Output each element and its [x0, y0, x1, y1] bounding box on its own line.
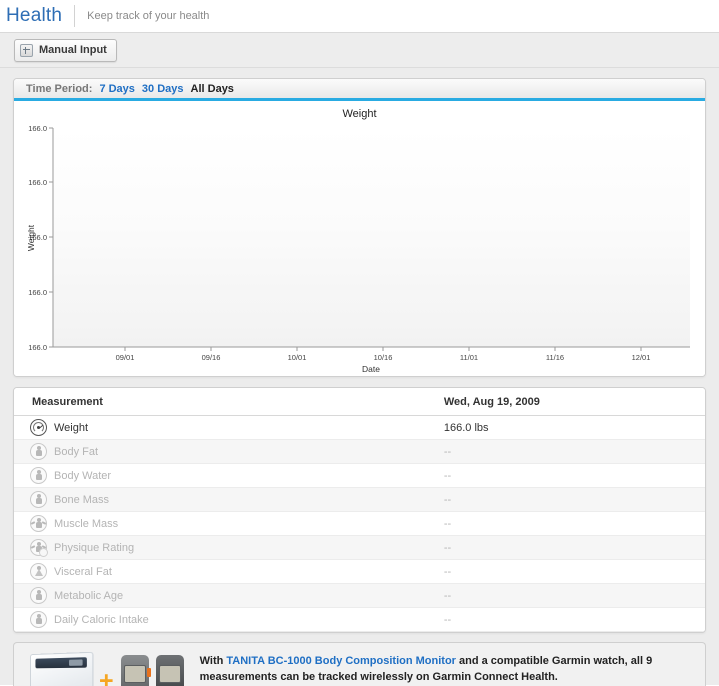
x-tick-4: 11/01 — [460, 353, 478, 362]
table-row[interactable]: Daily Caloric Intake -- — [14, 608, 705, 632]
row-label: Bone Mass — [54, 494, 109, 506]
row-value: -- — [218, 446, 705, 458]
manual-input-button[interactable]: Manual Input — [14, 39, 117, 62]
manual-input-label: Manual Input — [39, 44, 107, 56]
header-divider — [74, 5, 75, 27]
body-fat-icon — [30, 443, 47, 460]
table-row[interactable]: Body Water -- — [14, 464, 705, 488]
table-row[interactable]: Weight 166.0 lbs — [14, 416, 705, 440]
time-period-7-days[interactable]: 7 Days — [99, 83, 134, 95]
metabolic-age-icon — [30, 587, 47, 604]
body-water-icon — [30, 467, 47, 484]
table-row[interactable]: Bone Mass -- — [14, 488, 705, 512]
y-tick-3: 166.0 — [28, 288, 47, 297]
x-axis-title: Date — [362, 364, 380, 373]
chart-title: Weight — [14, 101, 705, 120]
column-header-date: Wed, Aug 19, 2009 — [218, 388, 705, 416]
table-row[interactable]: Muscle Mass -- — [14, 512, 705, 536]
promo-banner: + With TANITA BC-1000 Body Composition M… — [13, 642, 706, 686]
caloric-intake-icon — [30, 611, 47, 628]
row-label: Weight — [54, 422, 88, 434]
page-header: Health Keep track of your health — [0, 0, 719, 32]
y-axis-ticks — [49, 128, 53, 347]
time-period-30-days[interactable]: 30 Days — [142, 83, 184, 95]
row-value: -- — [218, 590, 705, 602]
y-tick-1: 166.0 — [28, 178, 47, 187]
plus-square-icon — [20, 44, 33, 57]
chart-panel: Time Period: 7 Days 30 Days All Days Wei… — [13, 78, 706, 377]
visceral-fat-icon — [30, 563, 47, 580]
health-page: Health Keep track of your health Manual … — [0, 0, 719, 684]
row-value: -- — [218, 518, 705, 530]
row-label: Muscle Mass — [54, 518, 118, 530]
table-header-row: Measurement Wed, Aug 19, 2009 — [14, 388, 705, 416]
row-label: Body Fat — [54, 446, 98, 458]
time-period-label: Time Period: — [26, 83, 92, 95]
x-axis-tick-labels: 09/01 09/16 10/01 10/16 11/01 11/16 12/0… — [116, 353, 651, 362]
y-tick-4: 166.0 — [28, 343, 47, 352]
table-row[interactable]: Metabolic Age -- — [14, 584, 705, 608]
muscle-mass-icon — [30, 515, 47, 532]
row-label: Body Water — [54, 470, 111, 482]
page-subtitle: Keep track of your health — [87, 10, 209, 22]
toolbar: Manual Input — [0, 33, 719, 68]
page-title: Health — [6, 5, 74, 27]
x-tick-6: 12/01 — [632, 353, 651, 362]
chart-plot-svg: 166.0 166.0 166.0 166.0 166.0 Weight — [14, 120, 705, 373]
y-axis-title: Weight — [26, 224, 36, 251]
measurements-panel: Measurement Wed, Aug 19, 2009 Weight — [13, 387, 706, 633]
weight-chart: Weight — [14, 101, 705, 376]
row-value: -- — [218, 566, 705, 578]
tanita-product-link[interactable]: TANITA BC-1000 Body Composition Monitor — [226, 655, 456, 667]
time-period-bar: Time Period: 7 Days 30 Days All Days — [14, 79, 705, 101]
x-tick-2: 10/01 — [288, 353, 307, 362]
content-area: Time Period: 7 Days 30 Days All Days Wei… — [0, 68, 719, 685]
measurements-table: Measurement Wed, Aug 19, 2009 Weight — [14, 388, 705, 632]
x-tick-5: 11/16 — [546, 353, 564, 362]
x-axis-ticks — [125, 347, 641, 351]
tanita-scale-image — [30, 652, 93, 686]
row-label: Metabolic Age — [54, 590, 123, 602]
time-period-all-days[interactable]: All Days — [191, 83, 234, 95]
row-value: -- — [218, 614, 705, 626]
row-value: -- — [218, 470, 705, 482]
promo-text: With TANITA BC-1000 Body Composition Mon… — [184, 653, 691, 685]
table-row[interactable]: Physique Rating -- — [14, 536, 705, 560]
row-label: Visceral Fat — [54, 566, 112, 578]
plot-area — [53, 128, 690, 347]
column-header-measurement: Measurement — [14, 388, 218, 416]
table-row[interactable]: Body Fat -- — [14, 440, 705, 464]
x-tick-3: 10/16 — [374, 353, 393, 362]
row-value: 166.0 lbs — [218, 422, 705, 434]
promo-text-before: With — [200, 655, 227, 667]
scale-dial-icon — [30, 419, 47, 436]
table-row[interactable]: Visceral Fat -- — [14, 560, 705, 584]
row-value: -- — [218, 494, 705, 506]
garmin-watch-image-2 — [156, 655, 184, 686]
row-value: -- — [218, 542, 705, 554]
row-label: Physique Rating — [54, 542, 134, 554]
bone-mass-icon — [30, 491, 47, 508]
plus-symbol: + — [99, 669, 114, 686]
physique-rating-icon — [30, 539, 47, 556]
promo-images: + — [28, 653, 184, 686]
x-tick-1: 09/16 — [202, 353, 221, 362]
row-label: Daily Caloric Intake — [54, 614, 149, 626]
y-tick-0: 166.0 — [28, 124, 47, 133]
x-tick-0: 09/01 — [116, 353, 135, 362]
garmin-watch-image-1 — [121, 655, 149, 686]
